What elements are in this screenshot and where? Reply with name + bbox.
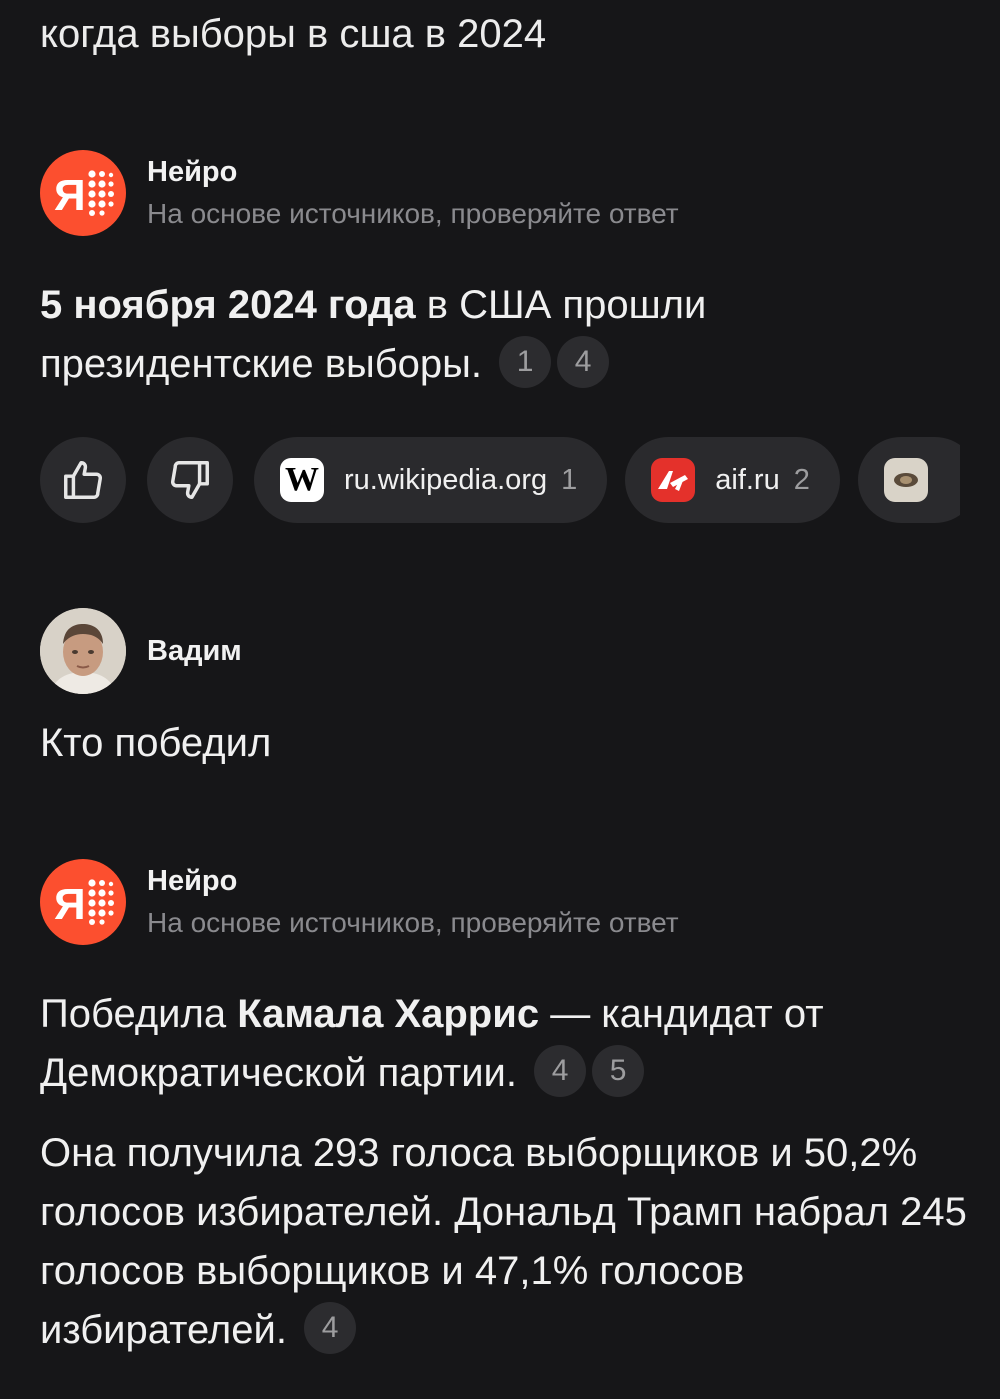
source-label: ru.wikipedia.org xyxy=(344,463,548,496)
answer-text: Она получила 293 голоса выборщиков и 50,… xyxy=(40,1124,970,1360)
neuro-logo-icon: Я xyxy=(40,150,126,236)
reference-badge[interactable]: 1 xyxy=(499,336,552,389)
neuro-header: Я Нейро На основе источников, проверяйте… xyxy=(40,859,679,945)
svg-text:Я: Я xyxy=(54,880,86,929)
author-name: Нейро xyxy=(147,865,238,897)
neuro-logo-icon: Я xyxy=(40,859,126,945)
like-button[interactable] xyxy=(40,437,126,523)
source-chip-partial[interactable] xyxy=(857,437,960,523)
source-count: 1 xyxy=(561,463,578,496)
author-subtitle: На основе источников, проверяйте ответ xyxy=(147,198,679,229)
author-name: Вадим xyxy=(147,635,242,667)
source-chip-wikipedia[interactable]: W ru.wikipedia.org 1 xyxy=(254,437,608,523)
user-avatar xyxy=(40,608,126,694)
user-header: Вадим xyxy=(40,608,242,694)
svg-text:Я: Я xyxy=(54,171,86,220)
source-count: 2 xyxy=(793,463,810,496)
author-subtitle: На основе источников, проверяйте ответ xyxy=(147,907,679,938)
answer-text: Победила Камала Харрис — кандидат от Дем… xyxy=(40,985,970,1103)
neuro-header: Я Нейро На основе источников, проверяйте… xyxy=(40,150,679,236)
reference-badge[interactable]: 4 xyxy=(304,1302,357,1355)
thumbs-down-icon xyxy=(171,461,209,499)
answer-actions: W ru.wikipedia.org 1 aif.ru 2 xyxy=(40,437,960,523)
source-label: aif.ru xyxy=(715,463,780,496)
reference-badge[interactable]: 5 xyxy=(592,1045,645,1098)
user-message: Кто победил xyxy=(40,721,272,765)
user-query: когда выборы в сша в 2024 xyxy=(40,12,547,56)
dislike-button[interactable] xyxy=(147,437,233,523)
author-name: Нейро xyxy=(147,156,238,188)
answer-text: 5 ноября 2024 года в США прошли президен… xyxy=(40,276,970,394)
source-chip-aif[interactable]: aif.ru 2 xyxy=(625,437,840,523)
wikipedia-icon: W xyxy=(280,458,324,502)
chat-page: когда выборы в сша в 2024 Я Нейро На осн… xyxy=(0,0,1000,1399)
reference-badge[interactable]: 4 xyxy=(557,336,610,389)
thumbs-up-icon xyxy=(64,461,102,499)
reference-badge[interactable]: 4 xyxy=(534,1045,587,1098)
aif-icon xyxy=(651,458,696,502)
source-icon xyxy=(883,458,928,502)
